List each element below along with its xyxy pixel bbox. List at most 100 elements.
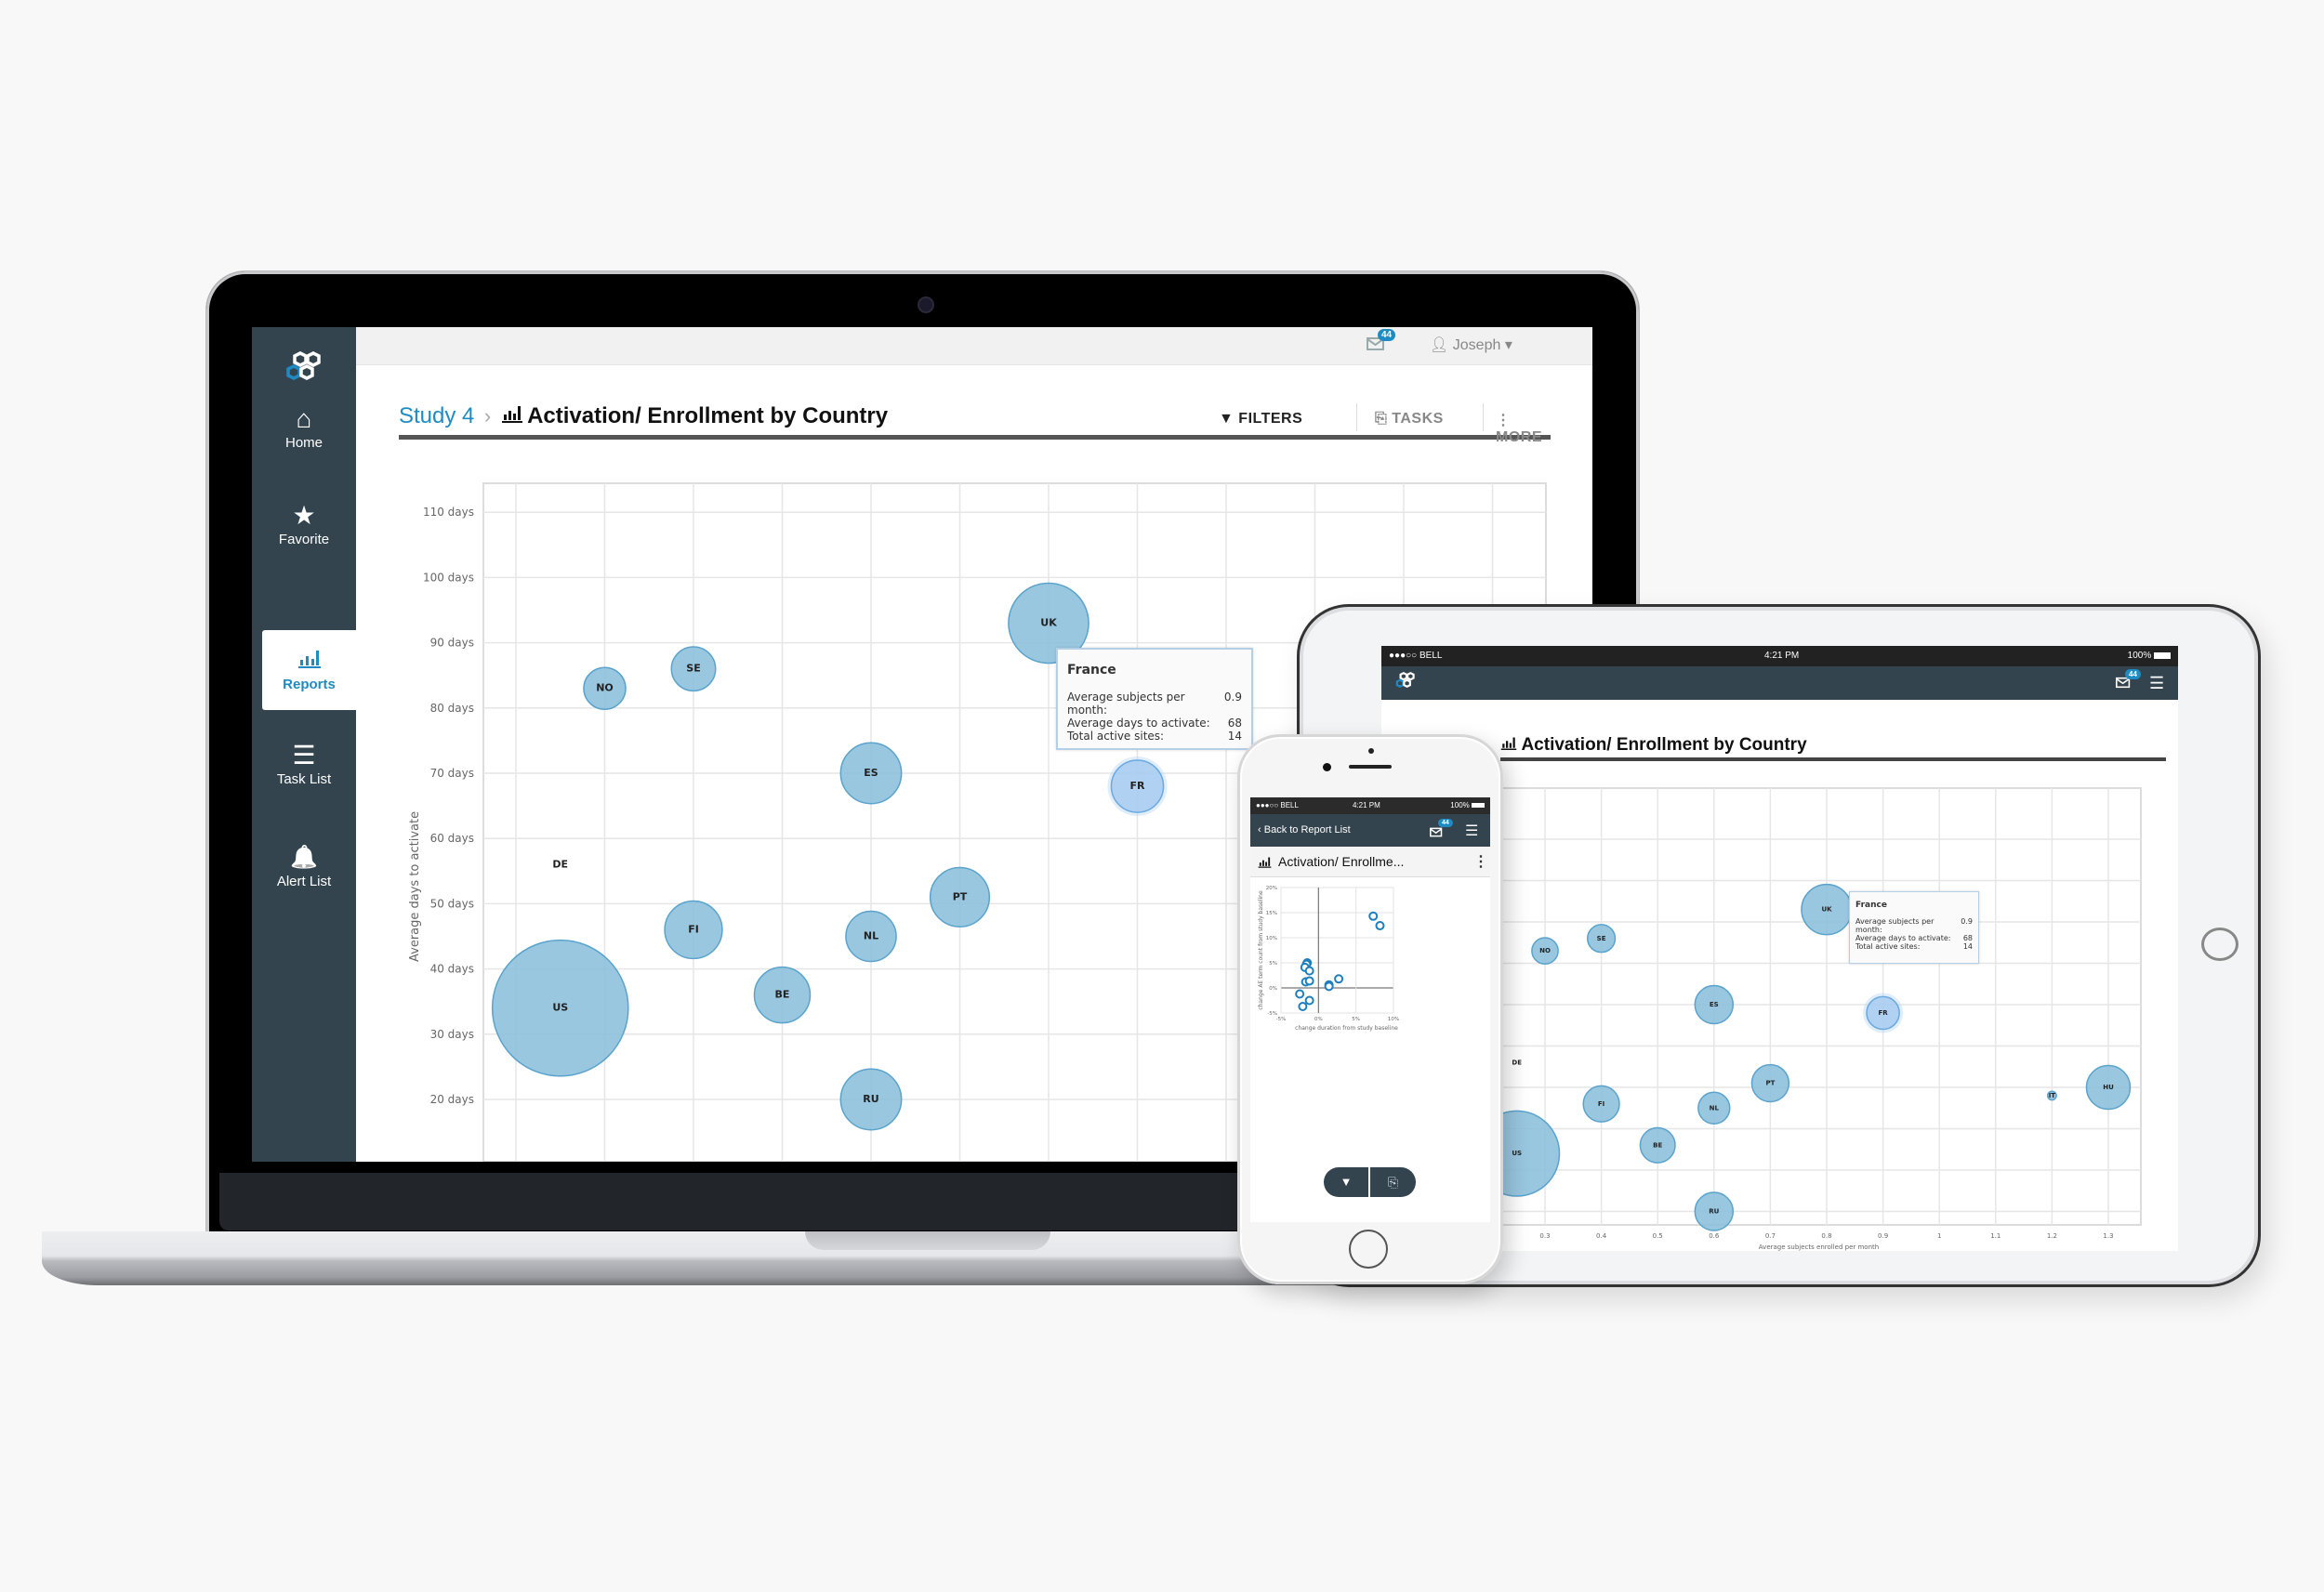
bubble-label: RU [863,1093,878,1105]
scatter-point [1368,911,1379,921]
phone-scatter-chart: -5%0%5%10%15%20%-5% 0% 5% 10%change duratio… [1258,886,1399,1032]
bubble-label: PT [953,890,968,902]
x-tick-label: 0.9 [1878,1232,1888,1240]
scatter-point [1375,921,1385,931]
y-tick-label: 90 days [430,637,474,650]
tooltip-row: Average days to activate: 68 [1855,934,1973,942]
bubble-label: UK [1040,617,1057,629]
phone-home-button[interactable] [1349,1230,1388,1269]
phone-camera [1323,763,1331,771]
filter-icon: ▼ [1340,1175,1353,1189]
bubble-label: HU [2103,1084,2114,1091]
bubble-label: US [1512,1150,1522,1157]
tooltip-row: Total active sites: 14 [1067,730,1242,743]
bubble-label: FR [1130,780,1146,792]
bubble-label: PT [1765,1080,1775,1087]
bubble-label: ES [1710,1001,1719,1008]
laptop-camera [918,296,934,313]
tooltip-label: Total active sites: [1855,942,1921,951]
y-tick-label: 50 days [430,897,474,910]
bubble-label: NL [864,930,878,942]
x-tick-label: 1 [1937,1232,1941,1240]
y-tick-label: 0% [1269,986,1277,992]
tasks-button[interactable]: ⎘ [1370,1167,1416,1197]
y-tick-label: 15% [1266,911,1277,916]
tooltip-row: Average subjects per month: 0.9 [1855,917,1973,934]
tooltip-value: 68 [1227,717,1242,730]
bubble-label: FI [1598,1100,1604,1108]
clipboard-icon: ⎘ [1387,1175,1399,1190]
scatter-point [1298,1001,1308,1011]
x-tick-label: 0.5 [1653,1232,1663,1240]
x-tick-label: 0.4 [1596,1232,1607,1240]
bubble-label: FI [688,923,699,935]
scatter-point [1304,976,1314,986]
x-tick-label: 0% [1314,1017,1323,1022]
phone-sensor [1368,748,1374,754]
laptop-base [42,1231,1390,1285]
tooltip-row: Total active sites: 14 [1855,942,1973,951]
tooltip-row: Average subjects per month: 0.9 [1067,691,1242,717]
x-axis-label: Average subjects enrolled per month [1759,1243,1879,1251]
bubble-label: SE [1597,935,1606,942]
y-tick-label: 60 days [430,832,474,845]
tooltip-label: Average days to activate: [1855,934,1951,942]
tooltip-value: 68 [1962,934,1973,942]
x-tick-label: 10% [1388,1017,1399,1022]
bubble-label: NO [596,682,614,694]
bubble-label: ES [864,767,878,779]
x-axis-label: change duration from study baseline [1295,1025,1398,1032]
y-axis-label: Average days to activate [408,811,422,962]
tooltip-label: Average days to activate: [1067,717,1210,730]
bubble-label: NL [1710,1104,1720,1112]
y-tick-label: 40 days [430,963,474,976]
y-tick-label: 80 days [430,702,474,715]
bubble-label: BE [775,989,790,1001]
tooltip-label: Average subjects per month: [1067,691,1185,717]
filter-button[interactable]: ▼ [1324,1167,1368,1197]
bubble-label: BE [1653,1141,1662,1149]
y-tick-label: 5% [1269,961,1277,967]
scatter-point [1334,974,1344,984]
tooltip-value: 0.9 [1223,691,1242,704]
y-tick-label: 110 days [423,506,474,519]
x-tick-label: 1.3 [2103,1232,2113,1240]
scatter-point [1304,966,1314,976]
tooltip-value: 0.9 [1961,917,1973,926]
tooltip-row: Average days to activate: 68 [1067,717,1242,730]
y-axis-label: change AE term count from study baseline [1258,890,1264,1010]
bubble-label: US [552,1002,568,1014]
y-tick-label: 10% [1266,936,1277,941]
x-tick-label: 1.2 [2047,1232,2057,1240]
y-tick-label: 70 days [430,767,474,780]
x-tick-label: 1.1 [1990,1232,2000,1240]
y-tick-label: 30 days [430,1028,474,1041]
y-tick-label: 20% [1266,886,1277,891]
bubble-label: SE [686,663,700,675]
x-tick-label: 5% [1352,1017,1360,1022]
phone-speaker [1349,765,1392,769]
plot-area [1496,787,2142,1226]
x-tick-label: -5% [1276,1017,1287,1022]
bubble-label: DE [552,858,568,870]
bubble-label: DE [1512,1059,1522,1066]
laptop-notch [805,1231,1050,1250]
x-tick-label: 0.7 [1765,1232,1776,1240]
scatter-point [1295,989,1305,999]
bubble-label: IT [2049,1092,2056,1099]
tooltip-label: Average subjects per month: [1855,917,1934,934]
tooltip-value: 14 [1962,942,1973,951]
y-tick-label: 100 days [423,571,474,584]
chart-tooltip: France Average subjects per month: 0.9 Av… [1849,891,1979,964]
bubble-label: NO [1539,947,1551,954]
scatter-point [1304,995,1314,1006]
tooltip-label: Total active sites: [1067,730,1165,743]
y-tick-label: 20 days [430,1093,474,1106]
bubble-label: RU [1709,1208,1719,1216]
tooltip-title: France [1855,901,1887,910]
x-tick-label: 0.8 [1821,1232,1831,1240]
tooltip-value: 14 [1227,730,1242,743]
tablet-home-button[interactable] [2201,928,2238,961]
bubble-label: UK [1821,906,1832,914]
tooltip-title: France [1067,663,1116,678]
